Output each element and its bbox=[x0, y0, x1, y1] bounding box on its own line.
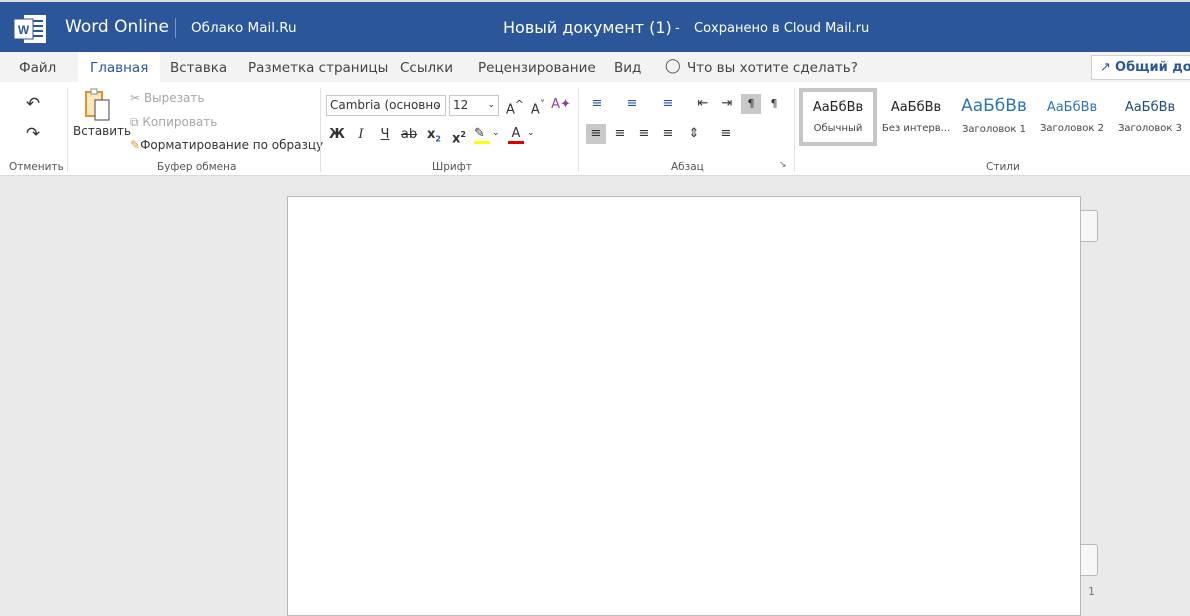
page-tab-bottom[interactable] bbox=[1081, 544, 1098, 576]
redo-icon[interactable]: ↷ bbox=[23, 124, 43, 144]
style-preview: АаБбВв bbox=[1124, 100, 1176, 115]
tell-me-input[interactable]: Что вы хотите сделать? bbox=[675, 52, 870, 82]
style-name: Без интерв... bbox=[881, 123, 951, 134]
share-icon: ↗ bbox=[1100, 60, 1111, 75]
page-number: 1 bbox=[1088, 585, 1095, 598]
multilevel-list-icon[interactable]: ≡ bbox=[658, 94, 678, 114]
cut-label: Вырезать bbox=[143, 91, 205, 105]
undo-icon[interactable]: ↶ bbox=[23, 94, 43, 114]
scissors-icon: ✂ bbox=[130, 91, 141, 105]
font-size-value: 12 bbox=[453, 98, 469, 112]
divider bbox=[175, 18, 176, 38]
style-name: Обычный bbox=[813, 123, 863, 134]
bold-button[interactable]: Ж bbox=[327, 125, 347, 145]
tab-layout[interactable]: Разметка страницы bbox=[236, 52, 400, 82]
page-tab-top[interactable] bbox=[1081, 210, 1098, 242]
group-divider bbox=[578, 88, 579, 172]
shrink-font-icon: A bbox=[530, 102, 540, 118]
tab-references[interactable]: Ссылки bbox=[388, 52, 465, 82]
chevron-down-icon[interactable]: ⌄ bbox=[492, 128, 500, 138]
style-name: Заголовок 1 bbox=[961, 124, 1026, 135]
share-button[interactable]: ↗ Общий дос bbox=[1091, 55, 1190, 80]
copy-button[interactable]: ⧉ Копировать bbox=[130, 115, 217, 130]
style-preview: АаБбВв bbox=[812, 100, 864, 115]
clear-formatting-icon[interactable]: A✦ bbox=[551, 95, 571, 115]
group-divider bbox=[320, 88, 321, 172]
style-heading-2[interactable]: АаБбВв Заголовок 2 bbox=[1033, 88, 1111, 146]
font-group-label: Шрифт bbox=[432, 161, 472, 173]
style-name: Заголовок 2 bbox=[1039, 123, 1104, 134]
style-no-spacing[interactable]: АаБбВв Без интерв... bbox=[877, 88, 955, 146]
paragraph-spacing-icon[interactable]: ≡ bbox=[716, 124, 736, 144]
title-separator: - bbox=[675, 21, 680, 36]
app-name[interactable]: Word Online bbox=[65, 17, 169, 37]
style-preview: АаБбВв bbox=[961, 96, 1027, 116]
rtl-icon[interactable]: ¶ bbox=[764, 94, 784, 114]
chevron-down-icon[interactable]: ⌄ bbox=[527, 128, 535, 138]
line-spacing-icon[interactable]: ⇕ bbox=[684, 124, 704, 144]
paragraph-group-label: Абзац bbox=[671, 161, 704, 173]
align-right-icon[interactable]: ≡ bbox=[634, 124, 654, 144]
copy-icon: ⧉ bbox=[130, 115, 139, 129]
tab-home[interactable]: Главная bbox=[78, 52, 161, 82]
style-heading-1[interactable]: АаБбВв Заголовок 1 bbox=[955, 88, 1033, 146]
group-divider bbox=[794, 88, 795, 172]
shrink-font-button[interactable]: Aˇ bbox=[528, 95, 548, 118]
cut-button[interactable]: ✂ Вырезать bbox=[130, 91, 204, 105]
numbering-icon[interactable]: ≡ bbox=[622, 94, 642, 114]
tab-file[interactable]: Файл bbox=[7, 52, 68, 82]
document-title[interactable]: Новый документ (1) bbox=[503, 18, 672, 37]
underline-button[interactable]: Ч bbox=[375, 125, 395, 145]
service-link[interactable]: Облако Mail.Ru bbox=[191, 20, 297, 36]
font-color-button[interactable]: A bbox=[508, 126, 524, 144]
increase-indent-icon[interactable]: ⇥ bbox=[717, 94, 737, 114]
strikethrough-button[interactable]: ab bbox=[399, 125, 419, 145]
bullets-icon[interactable]: ≡ bbox=[587, 94, 607, 114]
style-preview: АаБбВв bbox=[1046, 100, 1098, 115]
tab-review[interactable]: Рецензирование bbox=[466, 52, 608, 82]
align-left-icon[interactable]: ≡ bbox=[586, 124, 606, 144]
ribbon: ↶ ↷ Отменить Вставить ✂ Вырезать ⧉ Копир… bbox=[0, 82, 1190, 176]
group-divider bbox=[67, 88, 68, 172]
tab-insert[interactable]: Вставка bbox=[158, 52, 239, 82]
ltr-icon[interactable]: ¶ bbox=[741, 94, 761, 114]
chevron-down-icon: ⌄ bbox=[487, 100, 495, 110]
font-name-value: Cambria (основно bbox=[330, 98, 441, 112]
format-painter-button[interactable]: ✎Форматирование по образцу bbox=[130, 138, 323, 152]
svg-text:W: W bbox=[18, 23, 30, 37]
style-normal[interactable]: АаБбВв Обычный bbox=[799, 88, 877, 146]
format-painter-label: Форматирование по образцу bbox=[140, 138, 324, 152]
style-name: Заголовок 3 bbox=[1117, 123, 1182, 134]
grow-font-icon: A bbox=[506, 102, 515, 118]
share-label: Общий дос bbox=[1115, 60, 1190, 75]
style-heading-3[interactable]: АаБбВв Заголовок 3 bbox=[1111, 88, 1189, 146]
paste-button[interactable]: Вставить bbox=[73, 124, 131, 138]
style-preview: АаБбВв bbox=[890, 100, 942, 115]
align-center-icon[interactable]: ≡ bbox=[610, 124, 630, 144]
paste-icon[interactable] bbox=[84, 88, 112, 122]
clipboard-group-label: Буфер обмена bbox=[157, 161, 237, 173]
styles-group-label: Стили bbox=[986, 161, 1020, 173]
decrease-indent-icon[interactable]: ⇤ bbox=[693, 94, 713, 114]
superscript-button[interactable]: x2 bbox=[449, 125, 469, 146]
title-bar: W Word Online Облако Mail.Ru Новый докум… bbox=[0, 0, 1190, 52]
italic-button[interactable]: I bbox=[351, 125, 371, 145]
justify-icon[interactable]: ≡ bbox=[658, 124, 678, 144]
dialog-launcher-icon[interactable]: ↘ bbox=[779, 160, 787, 170]
undo-group-label: Отменить bbox=[9, 161, 64, 173]
tab-view[interactable]: Вид bbox=[602, 52, 653, 82]
chevron-down-icon: ⌄ bbox=[434, 100, 442, 110]
document-page[interactable] bbox=[287, 196, 1081, 616]
highlight-icon[interactable]: ✎ bbox=[474, 126, 490, 144]
brush-icon: ✎ bbox=[130, 138, 141, 152]
ribbon-tabs: Файл Главная Вставка Разметка страницы С… bbox=[0, 52, 1190, 82]
copy-label: Копировать bbox=[142, 115, 218, 129]
save-status: Сохранено в Cloud Mail.ru bbox=[694, 21, 870, 36]
font-size-select[interactable]: 12 ⌄ bbox=[449, 95, 499, 116]
word-logo-icon[interactable]: W bbox=[13, 14, 48, 44]
font-name-select[interactable]: Cambria (основно ⌄ bbox=[326, 95, 446, 116]
grow-font-button[interactable]: A^ bbox=[505, 95, 525, 118]
subscript-button[interactable]: x2 bbox=[424, 125, 444, 145]
